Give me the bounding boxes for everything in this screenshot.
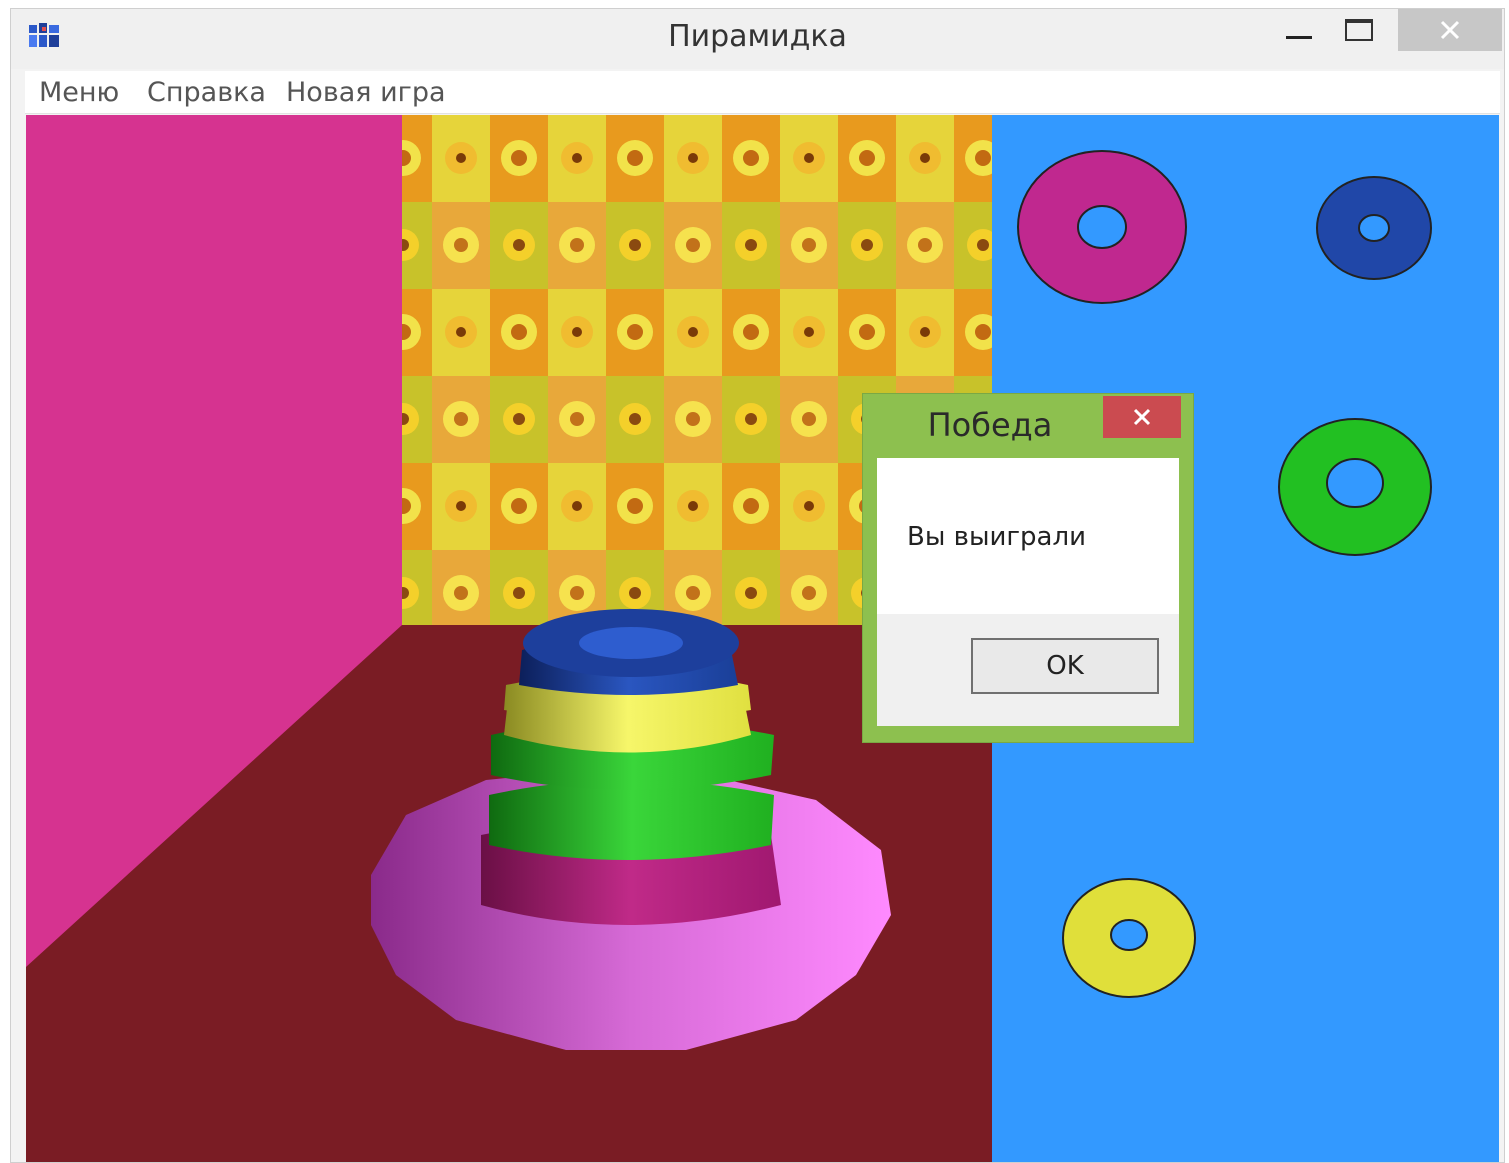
ok-button[interactable]: OK: [971, 638, 1159, 694]
loose-ring-blue[interactable]: [1315, 175, 1433, 281]
title-bar[interactable]: Пирамидка: [11, 9, 1504, 69]
maximize-button[interactable]: [1333, 9, 1385, 51]
menu-bar: Меню Справка Новая игра: [25, 71, 1500, 114]
dialog-close-button[interactable]: [1103, 396, 1181, 438]
app-window: Пирамидка Меню Справка Новая игра: [10, 8, 1505, 1163]
dialog-footer: OK: [877, 614, 1179, 726]
loose-ring-magenta[interactable]: [1016, 149, 1188, 305]
dialog-title: Победа: [927, 406, 1053, 444]
menu-item-new-game[interactable]: Новая игра: [286, 77, 446, 108]
pyramid-3d-view[interactable]: [26, 115, 994, 1162]
victory-dialog: Победа Вы выиграли OK: [862, 393, 1194, 743]
close-button[interactable]: [1398, 9, 1502, 51]
minimize-icon: [1286, 36, 1312, 39]
maximize-icon: [1345, 19, 1373, 41]
dialog-body: Вы выиграли: [877, 458, 1179, 614]
loose-ring-green[interactable]: [1277, 417, 1433, 557]
game-scene: [26, 115, 1499, 1162]
menu-item-menu[interactable]: Меню: [39, 77, 119, 108]
loose-ring-yellow[interactable]: [1061, 877, 1197, 999]
dialog-message: Вы выиграли: [907, 522, 1086, 552]
menu-item-help[interactable]: Справка: [147, 77, 266, 108]
close-icon: [1133, 408, 1151, 426]
minimize-button[interactable]: [1273, 9, 1325, 51]
close-icon: [1440, 20, 1460, 40]
